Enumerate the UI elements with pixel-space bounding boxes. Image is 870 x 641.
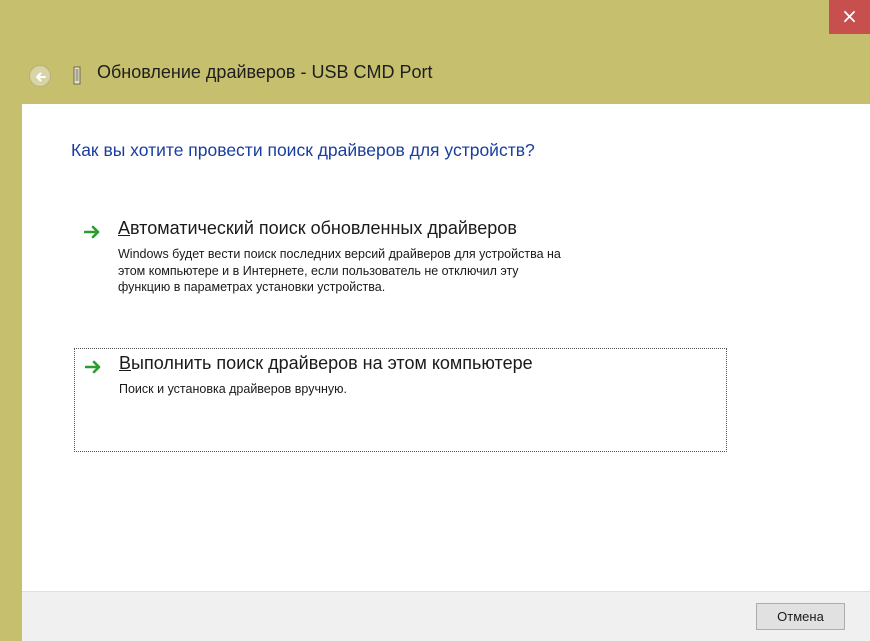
content-panel: Как вы хотите провести поиск драйверов д… xyxy=(22,104,870,591)
back-arrow-icon xyxy=(36,72,46,82)
option-auto-search-description: Windows будет вести поиск последних верс… xyxy=(118,247,561,294)
cancel-button[interactable]: Отмена xyxy=(756,603,845,630)
green-arrow-icon xyxy=(85,360,101,374)
window-title: Обновление драйверов - USB CMD Port xyxy=(97,62,433,82)
accelerator-letter: В xyxy=(119,353,132,373)
usb-device-icon xyxy=(73,66,81,85)
option-title-text: ыполнить поиск драйверов на этом компьют… xyxy=(131,353,533,373)
back-button[interactable] xyxy=(29,65,51,87)
driver-update-window: × Обновление драйверов - USB CMD Port Ка… xyxy=(0,0,870,641)
accelerator-letter: А xyxy=(118,218,131,238)
option-browse-computer-description: Поиск и установка драйверов вручную. xyxy=(119,382,347,396)
option-browse-computer-title[interactable]: Выполнить поиск драйверов на этом компью… xyxy=(119,353,533,374)
green-arrow-icon xyxy=(84,225,100,239)
option-auto-search-title[interactable]: Автоматический поиск обновленных драйвер… xyxy=(118,218,517,239)
window-frame xyxy=(0,0,22,641)
option-title-text: втоматический поиск обновленных драйверо… xyxy=(130,218,517,238)
footer-bar: Отмена xyxy=(22,591,870,641)
page-heading: Как вы хотите провести поиск драйверов д… xyxy=(71,140,535,160)
option-auto-search[interactable]: Автоматический поиск обновленных драйвер… xyxy=(74,214,727,324)
close-button[interactable]: × xyxy=(829,0,870,34)
option-browse-computer[interactable]: Выполнить поиск драйверов на этом компью… xyxy=(74,348,727,452)
